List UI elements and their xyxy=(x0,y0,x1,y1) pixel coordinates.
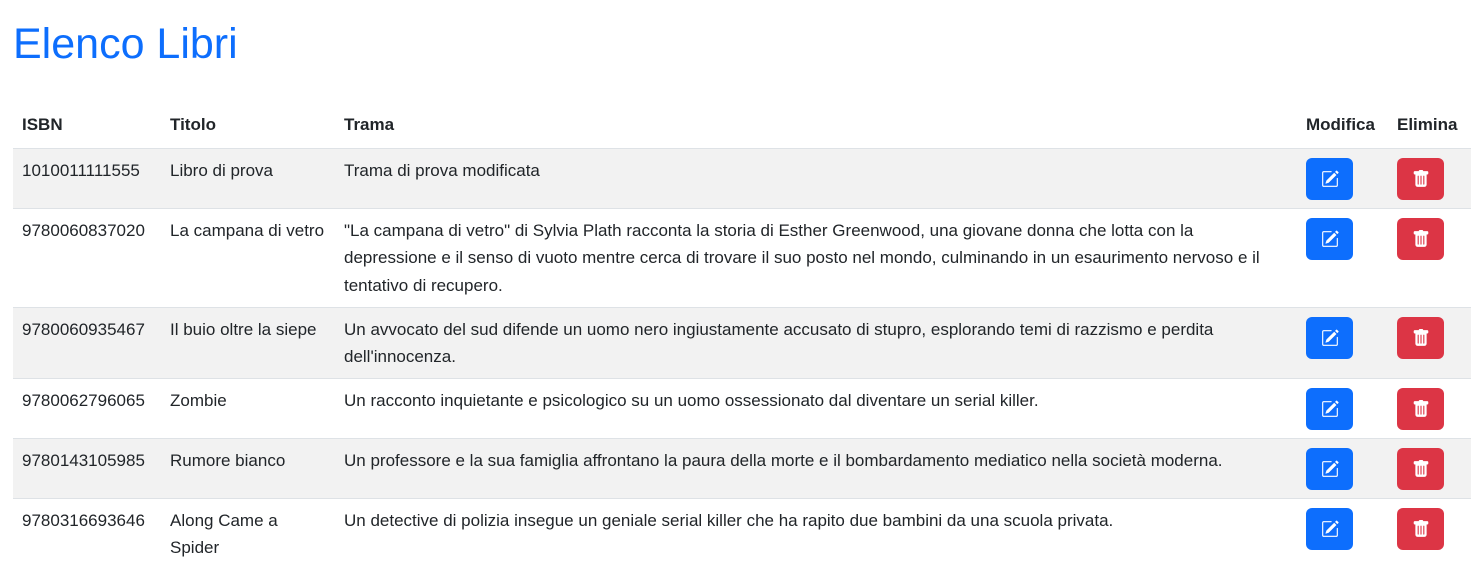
table-row: 9780062796065 Zombie Un racconto inquiet… xyxy=(13,378,1471,440)
header-isbn: ISBN xyxy=(13,101,161,150)
edit-icon xyxy=(1321,230,1339,248)
cell-modifica xyxy=(1297,148,1388,210)
cell-elimina xyxy=(1388,438,1471,500)
delete-button[interactable] xyxy=(1397,448,1444,491)
edit-button[interactable] xyxy=(1306,158,1353,201)
cell-trama: Un avvocato del sud difende un uomo nero… xyxy=(335,307,1297,380)
edit-icon xyxy=(1321,460,1339,477)
cell-isbn: 1010011111555 xyxy=(13,148,161,210)
cell-elimina xyxy=(1388,307,1471,380)
header-trama: Trama xyxy=(335,101,1297,150)
edit-button[interactable] xyxy=(1306,316,1353,359)
trash-icon xyxy=(1413,460,1428,477)
table-row: 1010011111555 Libro di prova Trama di pr… xyxy=(13,148,1471,210)
trash-icon xyxy=(1413,520,1428,537)
cell-modifica xyxy=(1297,438,1388,500)
cell-trama: Trama di prova modificata xyxy=(335,148,1297,210)
cell-isbn: 9780062796065 xyxy=(13,378,161,440)
table-row: 9780060935467 Il buio oltre la siepe Un … xyxy=(13,307,1471,380)
page: Elenco Libri ISBN Titolo Trama Modifica … xyxy=(0,0,1481,568)
cell-modifica xyxy=(1297,378,1388,440)
edit-button[interactable] xyxy=(1306,388,1353,431)
trash-icon xyxy=(1413,400,1428,417)
cell-isbn: 9780316693646 xyxy=(13,498,161,568)
table-row: 9780143105985 Rumore bianco Un professor… xyxy=(13,438,1471,500)
cell-titolo: Along Came a Spider xyxy=(161,498,335,568)
header-titolo: Titolo xyxy=(161,101,335,150)
cell-modifica xyxy=(1297,307,1388,380)
delete-button[interactable] xyxy=(1397,508,1444,551)
cell-titolo: Libro di prova xyxy=(161,148,335,210)
table-row: 9780316693646 Along Came a Spider Un det… xyxy=(13,498,1471,568)
header-elimina: Elimina xyxy=(1388,101,1471,150)
cell-trama: Un professore e la sua famiglia affronta… xyxy=(335,438,1297,500)
delete-button[interactable] xyxy=(1397,158,1444,201)
edit-icon xyxy=(1321,520,1339,537)
trash-icon xyxy=(1413,328,1428,346)
cell-modifica xyxy=(1297,498,1388,568)
cell-elimina xyxy=(1388,498,1471,568)
cell-titolo: Il buio oltre la siepe xyxy=(161,307,335,380)
delete-button[interactable] xyxy=(1397,388,1444,431)
header-modifica: Modifica xyxy=(1297,101,1388,150)
table-row: 9780060837020 La campana di vetro "La ca… xyxy=(13,208,1471,308)
cell-isbn: 9780143105985 xyxy=(13,438,161,500)
delete-button[interactable] xyxy=(1397,316,1444,359)
cell-trama: Un racconto inquietante e psicologico su… xyxy=(335,378,1297,440)
cell-elimina xyxy=(1388,208,1471,308)
edit-button[interactable] xyxy=(1306,508,1353,551)
cell-isbn: 9780060935467 xyxy=(13,307,161,380)
edit-icon xyxy=(1321,170,1339,188)
delete-button[interactable] xyxy=(1397,218,1444,261)
cell-titolo: Zombie xyxy=(161,378,335,440)
table-header-row: ISBN Titolo Trama Modifica Elimina xyxy=(13,101,1471,150)
edit-button[interactable] xyxy=(1306,218,1353,261)
cell-elimina xyxy=(1388,378,1471,440)
books-table: ISBN Titolo Trama Modifica Elimina 10100… xyxy=(13,101,1471,568)
cell-elimina xyxy=(1388,148,1471,210)
trash-icon xyxy=(1413,230,1428,248)
edit-button[interactable] xyxy=(1306,448,1353,491)
trash-icon xyxy=(1413,170,1428,188)
cell-trama: Un detective di polizia insegue un genia… xyxy=(335,498,1297,568)
edit-icon xyxy=(1321,400,1339,417)
cell-titolo: Rumore bianco xyxy=(161,438,335,500)
cell-modifica xyxy=(1297,208,1388,308)
edit-icon xyxy=(1321,329,1339,346)
cell-isbn: 9780060837020 xyxy=(13,208,161,308)
cell-trama: "La campana di vetro" di Sylvia Plath ra… xyxy=(335,208,1297,308)
cell-titolo: La campana di vetro xyxy=(161,208,335,308)
page-title: Elenco Libri xyxy=(13,20,238,68)
